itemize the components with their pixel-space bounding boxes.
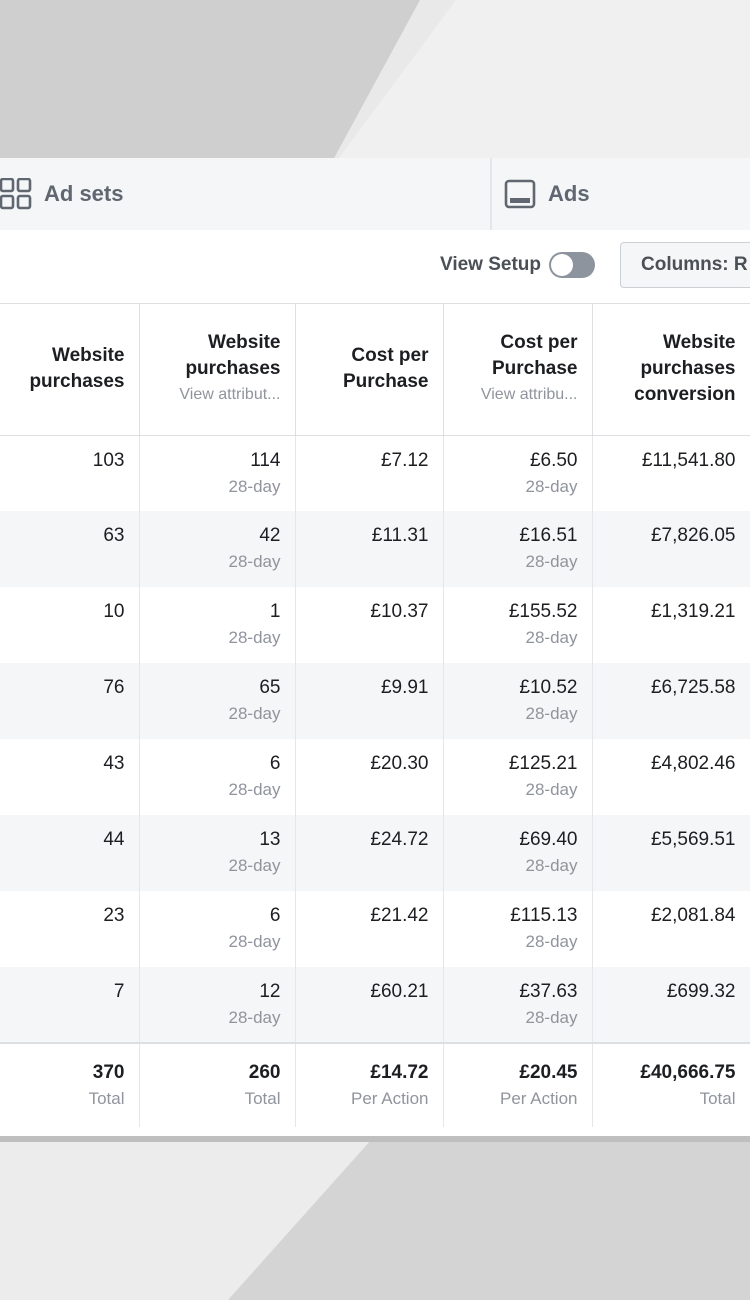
table-header-row: Website purchases Website purchases View … xyxy=(0,304,750,436)
table-cell: £21.42 xyxy=(295,891,444,967)
table-cell: 12 28-day xyxy=(139,967,296,1043)
table-cell: £6.50 28-day xyxy=(443,435,593,511)
tab-ad-sets-label: Ad sets xyxy=(44,181,124,206)
table-row: 23 6 28-day £21.42 £115.13 28-day £2,081.84 xyxy=(0,891,750,967)
total-cell: 370 Total xyxy=(0,1042,140,1127)
ads-manager-panel: Ad sets Ads View Setup Columns: R Websit… xyxy=(0,158,750,1136)
view-attribution-link[interactable]: View attribut... xyxy=(154,382,280,408)
table-cell: £1,319.21 xyxy=(592,587,750,663)
table-cell: 63 xyxy=(0,511,140,587)
table-cell: 23 xyxy=(0,891,140,967)
column-header-cost-per-purchase-attribution[interactable]: Cost per Purchase View attribu... xyxy=(443,304,593,436)
table-row: 76 65 28-day £9.91 £10.52 28-day £6,725.58 xyxy=(0,663,750,739)
column-header-purchases-conversion[interactable]: Website purchases conversion xyxy=(592,304,750,436)
totals-row: 370 Total 260 Total £14.72 Per Action £20.4… xyxy=(0,1042,750,1127)
total-cell: £40,666.75 Total xyxy=(592,1042,750,1127)
table-row: 44 13 28-day £24.72 £69.40 28-day £5,569.51 xyxy=(0,815,750,891)
table-cell: 65 28-day xyxy=(139,663,296,739)
view-setup-toggle[interactable] xyxy=(549,252,596,278)
table-cell: 13 28-day xyxy=(139,815,296,891)
table-cell: 6 28-day xyxy=(139,891,296,967)
table-cell: £11.31 xyxy=(295,511,444,587)
table-cell: £5,569.51 xyxy=(592,815,750,891)
column-header-website-purchases[interactable]: Website purchases xyxy=(0,304,140,436)
table-row: 63 42 28-day £11.31 £16.51 28-day £7,826.05 xyxy=(0,511,750,587)
column-header-cost-per-purchase[interactable]: Cost per Purchase xyxy=(295,304,444,436)
table-cell: £115.13 28-day xyxy=(443,891,593,967)
column-header-website-purchases-attribution[interactable]: Website purchases View attribut... xyxy=(139,304,296,436)
columns-label: Columns: R xyxy=(641,254,748,275)
table-cell: 10 xyxy=(0,587,140,663)
table-cell: £10.37 xyxy=(295,587,444,663)
table-row: 7 12 28-day £60.21 £37.63 28-day £699.32 xyxy=(0,967,750,1043)
table-cell: £2,081.84 xyxy=(592,891,750,967)
table-cell: £60.21 xyxy=(295,967,444,1043)
table-cell: £9.91 xyxy=(295,663,444,739)
tab-ad-sets[interactable]: Ad sets xyxy=(0,158,490,230)
table-cell: £69.40 28-day xyxy=(443,815,593,891)
table-cell: 76 xyxy=(0,663,140,739)
view-setup-control[interactable]: View Setup xyxy=(440,252,596,278)
table-cell: 1 28-day xyxy=(139,587,296,663)
table-cell: £125.21 28-day xyxy=(443,739,593,815)
table-cell: £7,826.05 xyxy=(592,511,750,587)
table-cell: 103 xyxy=(0,435,140,511)
table-cell: £24.72 xyxy=(295,815,444,891)
metrics-table: Website purchases Website purchases View … xyxy=(0,304,750,1127)
table-row: 10 1 28-day £10.37 £155.52 28-day £1,319.21 xyxy=(0,587,750,663)
table-cell: £699.32 xyxy=(592,967,750,1043)
total-cell: £14.72 Per Action xyxy=(295,1042,444,1127)
total-cell: £20.45 Per Action xyxy=(443,1042,593,1127)
level-tabs: Ad sets Ads xyxy=(0,158,750,230)
columns-button[interactable]: Columns: R xyxy=(620,242,750,288)
table-cell: 6 28-day xyxy=(139,739,296,815)
view-setup-label: View Setup xyxy=(440,254,542,275)
tab-ads-label: Ads xyxy=(548,181,590,206)
table-row: 103 114 28-day £7.12 £6.50 28-day £11,541.80 xyxy=(0,435,750,511)
table-cell: 7 xyxy=(0,967,140,1043)
table-cell: £6,725.58 xyxy=(592,663,750,739)
ad-icon xyxy=(504,178,536,210)
table-cell: £10.52 28-day xyxy=(443,663,593,739)
table-cell: £20.30 xyxy=(295,739,444,815)
table-cell: £11,541.80 xyxy=(592,435,750,511)
table-cell: £37.63 28-day xyxy=(443,967,593,1043)
total-cell: 260 Total xyxy=(139,1042,296,1127)
table-cell: 42 28-day xyxy=(139,511,296,587)
table-cell: £16.51 28-day xyxy=(443,511,593,587)
table-cell: 114 28-day xyxy=(139,435,296,511)
table-cell: 44 xyxy=(0,815,140,891)
table-row: 43 6 28-day £20.30 £125.21 28-day £4,802.46 xyxy=(0,739,750,815)
grid-icon xyxy=(0,178,32,210)
table-cell: £155.52 28-day xyxy=(443,587,593,663)
table-cell: 43 xyxy=(0,739,140,815)
table-toolbar: View Setup Columns: R xyxy=(0,230,750,304)
view-attribution-link[interactable]: View attribu... xyxy=(458,382,578,408)
table-cell: £4,802.46 xyxy=(592,739,750,815)
tab-ads[interactable]: Ads xyxy=(490,158,750,230)
table-cell: £7.12 xyxy=(295,435,444,511)
